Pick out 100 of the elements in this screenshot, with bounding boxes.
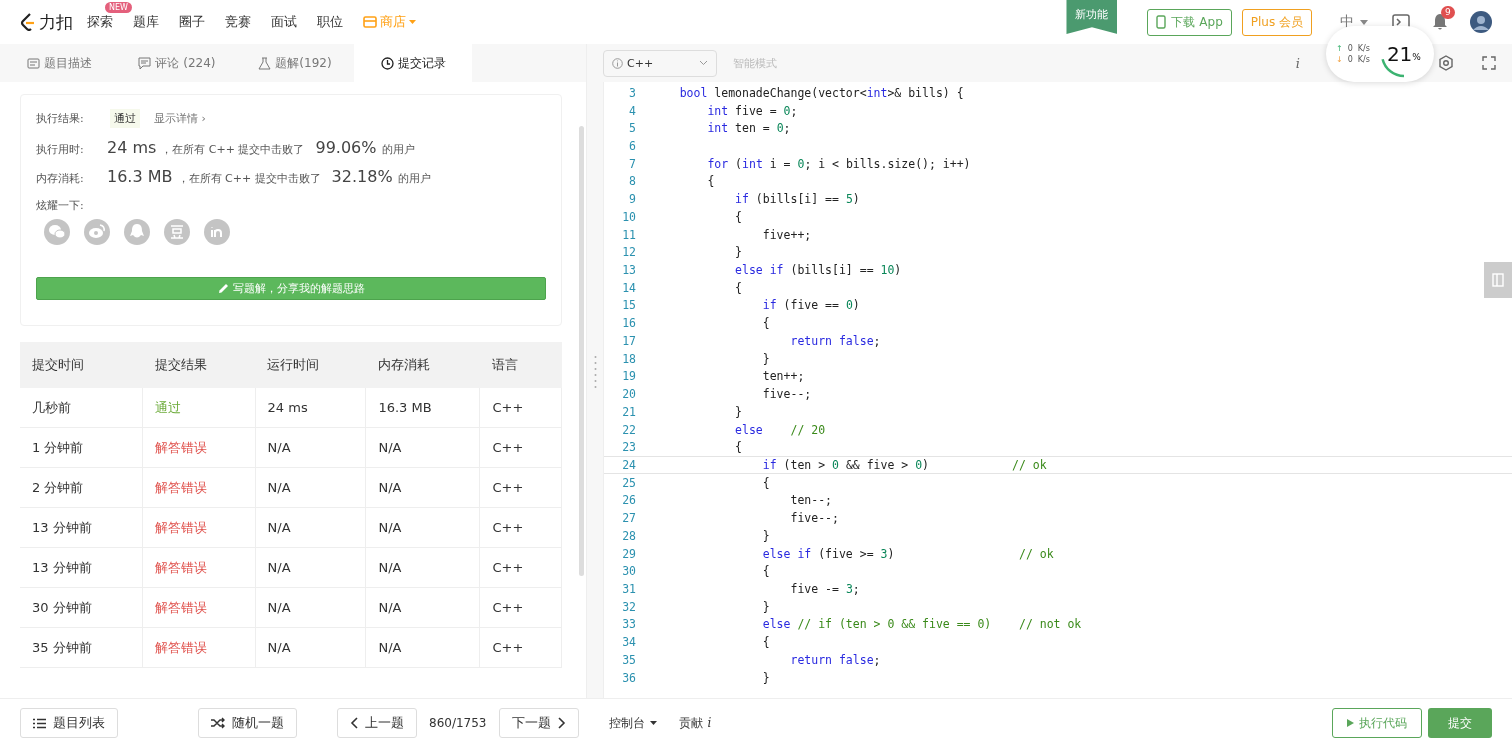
info-icon (612, 57, 623, 69)
table-cell: C++ (480, 627, 562, 668)
problem-counter: 860/1753 (429, 716, 487, 730)
nav-link[interactable]: 职位 (317, 13, 343, 31)
brand-name[interactable]: 力扣 (39, 10, 73, 34)
table-cell: C++ (480, 587, 562, 628)
eye-icon[interactable] (84, 219, 110, 245)
code-line: return false; (789, 333, 881, 348)
line-number: 29 (621, 546, 637, 561)
tab[interactable]: 评论 (224) (118, 44, 236, 82)
stat-label: 执行用时: (36, 142, 85, 157)
side-panel-toggle[interactable] (1484, 262, 1512, 298)
next-problem-button[interactable]: 下一题 (498, 708, 579, 738)
code-line: } (734, 245, 742, 260)
problem-list-button[interactable]: 题目列表 (20, 708, 118, 738)
download-app-button[interactable]: 下载 App (1147, 8, 1232, 36)
table-cell: 几秒前 (20, 388, 143, 428)
table-cell: 16.3 MB (365, 388, 480, 428)
code-line: } (734, 404, 742, 419)
nav-link[interactable]: 圈子 (179, 13, 205, 31)
tab[interactable]: 题解(192) (236, 44, 354, 82)
random-problem-button[interactable]: 随机一题 (198, 708, 297, 738)
nav-link[interactable]: 面试 (271, 13, 297, 31)
language-select[interactable]: C++ (603, 49, 717, 77)
run-code-button[interactable]: 执行代码 (1332, 708, 1422, 738)
line-number: 15 (621, 298, 637, 313)
column-header: 运行时间 (255, 342, 366, 388)
line-number: 35 (621, 652, 637, 667)
nav-link[interactable]: 竞赛 (225, 13, 251, 31)
details-link[interactable]: 显示详情 › (154, 111, 206, 126)
code-line: { (761, 635, 770, 650)
stat-percent: 99.06% (315, 138, 377, 157)
code-line: { (734, 440, 742, 455)
result-link[interactable]: 解答错误 (142, 427, 256, 468)
penguin-icon[interactable] (124, 219, 150, 245)
table-cell: N/A (365, 627, 480, 668)
nav-link[interactable]: 题库 (133, 13, 159, 31)
table-cell: C++ (480, 547, 562, 588)
caret-icon[interactable] (649, 721, 657, 725)
table-cell: N/A (365, 427, 480, 468)
code-line: five -= 3; (789, 582, 860, 596)
line-number: 31 (621, 582, 637, 596)
linkedin-icon[interactable] (204, 219, 230, 245)
stat-suffix: 的用户 (381, 142, 415, 157)
line-number: 10 (621, 209, 637, 224)
line-number: 24 (621, 457, 637, 472)
document-icon (26, 56, 40, 70)
scrollbar[interactable] (579, 126, 584, 576)
table-cell: N/A (365, 547, 480, 588)
line-number: 11 (621, 227, 637, 242)
comment-icon (138, 56, 152, 70)
info-button[interactable]: i (1295, 55, 1300, 71)
bell-icon[interactable] (1432, 13, 1448, 31)
column-header: 内存消耗 (365, 342, 480, 388)
stat-suffix: 的用户 (397, 171, 431, 186)
line-number: 22 (621, 422, 637, 437)
result-link[interactable]: 解答错误 (142, 547, 256, 588)
share-label: 炫耀一下: (36, 198, 85, 213)
code-line: bool lemonadeChange(vector<int>& bills) { (678, 85, 964, 100)
line-number: 7 (628, 156, 637, 171)
result-link[interactable]: 解答错误 (142, 507, 256, 548)
speed-unit: K/s (1357, 55, 1370, 64)
previous-problem-button[interactable]: 上一题 (337, 708, 417, 738)
submit-button[interactable]: 提交 (1428, 708, 1492, 738)
result-link[interactable]: 解答错误 (142, 467, 256, 508)
tab[interactable]: 题目描述 (0, 44, 118, 82)
table-cell: C++ (480, 388, 562, 428)
code-line: { (761, 564, 770, 579)
result-link[interactable]: 解答错误 (142, 587, 256, 628)
table-cell: 2 分钟前 (20, 467, 143, 508)
table-cell: 13 分钟前 (20, 507, 143, 548)
code-line: ten--; (789, 493, 832, 508)
settings-icon[interactable] (1438, 55, 1454, 71)
fullscreen-icon[interactable] (1482, 56, 1496, 70)
play-icon (1347, 719, 1354, 727)
nav-link[interactable]: 探索 (87, 13, 113, 31)
logo-icon[interactable] (20, 13, 36, 31)
line-number: 27 (621, 511, 637, 526)
avatar[interactable] (1470, 11, 1492, 33)
chat-bubbles-icon[interactable] (44, 219, 70, 245)
line-number: 30 (621, 564, 637, 579)
code-line: } (761, 670, 770, 685)
line-number: 8 (628, 174, 637, 189)
write-solution-button[interactable]: 写题解，分享我的解题思路 (36, 277, 546, 300)
info-button[interactable]: i (707, 716, 712, 730)
new-feature-ribbon[interactable]: 新功能 (1066, 0, 1118, 34)
result-link[interactable]: 通过 (142, 388, 256, 428)
console-toggle[interactable]: 控制台 (608, 714, 645, 732)
bean-icon[interactable] (164, 219, 190, 245)
table-cell: C++ (480, 507, 562, 548)
panel-icon (1492, 273, 1504, 287)
tab[interactable]: 提交记录 (354, 44, 472, 82)
code-line: return false; (789, 652, 881, 667)
language-menu[interactable]: 中 (1340, 13, 1354, 31)
clock-icon (380, 56, 394, 70)
code-line: { (761, 316, 770, 331)
code-line: if (bills[i] == 5) (734, 192, 860, 207)
chevron-right-icon (557, 717, 566, 729)
contribute-link[interactable]: 贡献 (678, 714, 703, 732)
result-link[interactable]: 解答错误 (142, 627, 256, 668)
